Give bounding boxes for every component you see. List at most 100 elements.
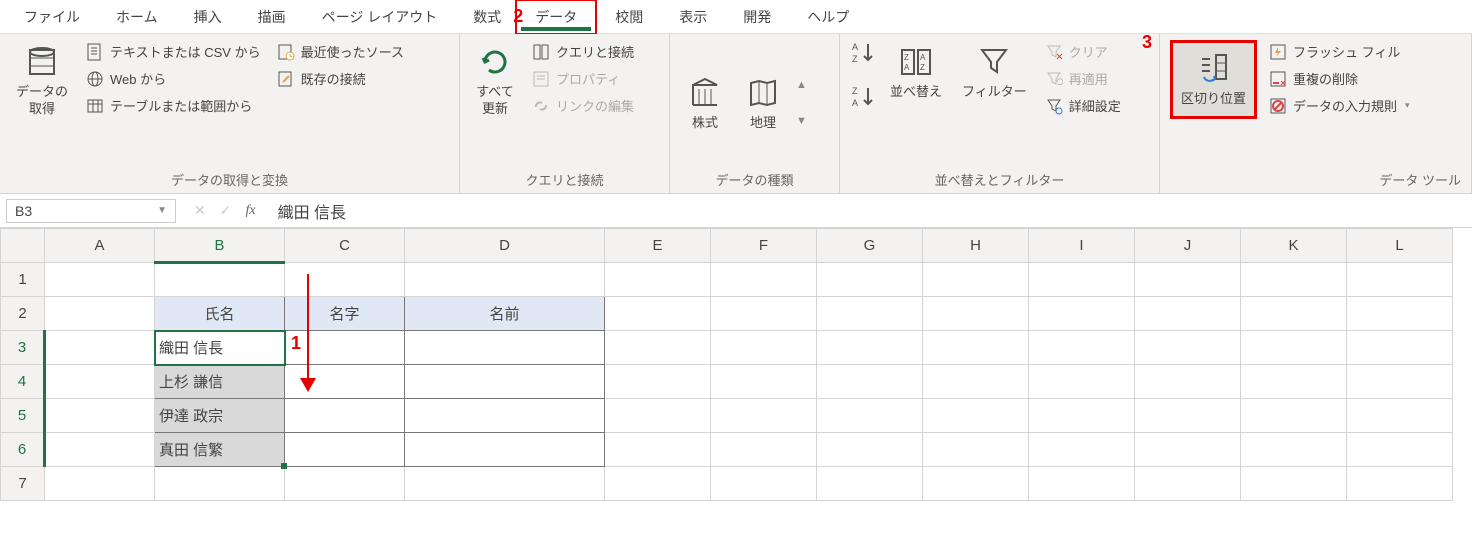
col-header-F[interactable]: F xyxy=(711,229,817,263)
cell[interactable] xyxy=(605,263,711,297)
cell[interactable] xyxy=(285,467,405,501)
cell[interactable] xyxy=(1347,467,1453,501)
recent-sources-button[interactable]: 最近使ったソース xyxy=(273,40,408,63)
cell-B3[interactable]: 織田 信長 xyxy=(155,331,285,365)
col-header-D[interactable]: D xyxy=(405,229,605,263)
cell[interactable] xyxy=(1135,263,1241,297)
cell[interactable] xyxy=(1029,399,1135,433)
cell[interactable] xyxy=(923,399,1029,433)
cell[interactable] xyxy=(155,467,285,501)
cell[interactable] xyxy=(711,399,817,433)
chevron-down-icon[interactable]: ▼ xyxy=(157,205,167,216)
sort-asc-button[interactable]: AZ xyxy=(850,40,876,66)
edit-links-button[interactable]: リンクの編集 xyxy=(528,94,638,117)
filter-button[interactable]: フィルター xyxy=(956,40,1033,105)
menu-review[interactable]: 校閲 xyxy=(597,1,661,33)
cell[interactable] xyxy=(45,467,155,501)
cell[interactable] xyxy=(711,467,817,501)
cell[interactable] xyxy=(923,433,1029,467)
cell[interactable] xyxy=(711,263,817,297)
cell-C3[interactable]: 1 xyxy=(285,331,405,365)
cell[interactable] xyxy=(1241,331,1347,365)
stocks-button[interactable]: 株式 xyxy=(680,71,730,136)
from-text-csv-button[interactable]: テキストまたは CSV から xyxy=(82,40,265,63)
cell[interactable] xyxy=(711,365,817,399)
cell-C6[interactable] xyxy=(285,433,405,467)
col-header-E[interactable]: E xyxy=(605,229,711,263)
properties-button[interactable]: プロパティ xyxy=(528,67,638,90)
cell-C4[interactable] xyxy=(285,365,405,399)
cell[interactable] xyxy=(1029,433,1135,467)
col-header-A[interactable]: A xyxy=(45,229,155,263)
cell[interactable] xyxy=(1347,331,1453,365)
row-header-7[interactable]: 7 xyxy=(1,467,45,501)
cell[interactable] xyxy=(817,433,923,467)
menu-draw[interactable]: 描画 xyxy=(240,1,304,33)
name-box[interactable]: B3 ▼ xyxy=(6,199,176,223)
menu-help[interactable]: ヘルプ xyxy=(789,1,867,33)
cell[interactable] xyxy=(45,331,155,365)
cell[interactable] xyxy=(923,467,1029,501)
row-header-3[interactable]: 3 xyxy=(1,331,45,365)
cell-B4[interactable]: 上杉 謙信 xyxy=(155,365,285,399)
cell[interactable] xyxy=(45,365,155,399)
data-validation-button[interactable]: データの入力規則 ▾ xyxy=(1265,94,1414,117)
row-header-2[interactable]: 2 xyxy=(1,297,45,331)
cell[interactable] xyxy=(605,433,711,467)
cell[interactable] xyxy=(1135,433,1241,467)
cancel-icon[interactable]: ✕ xyxy=(194,202,206,219)
chevron-down-icon[interactable]: ▼ xyxy=(796,115,807,127)
queries-connections-button[interactable]: クエリと接続 xyxy=(528,40,638,63)
cell[interactable] xyxy=(1135,467,1241,501)
cell-D6[interactable] xyxy=(405,433,605,467)
col-header-C[interactable]: C xyxy=(285,229,405,263)
cell[interactable] xyxy=(1241,297,1347,331)
cell[interactable] xyxy=(1347,365,1453,399)
cell[interactable] xyxy=(1347,399,1453,433)
cell[interactable] xyxy=(1241,433,1347,467)
cell-D2[interactable]: 名前 xyxy=(405,297,605,331)
cell[interactable] xyxy=(1135,331,1241,365)
enter-icon[interactable]: ✓ xyxy=(220,202,232,219)
cell[interactable] xyxy=(1241,365,1347,399)
col-header-B[interactable]: B xyxy=(155,229,285,263)
remove-duplicates-button[interactable]: 重複の削除 xyxy=(1265,67,1414,90)
cell-C2[interactable]: 名字 xyxy=(285,297,405,331)
cell[interactable] xyxy=(605,331,711,365)
geography-button[interactable]: 地理 xyxy=(738,71,788,136)
cell-B2[interactable]: 氏名 xyxy=(155,297,285,331)
cell[interactable] xyxy=(923,263,1029,297)
cell[interactable] xyxy=(1241,399,1347,433)
cell-D4[interactable] xyxy=(405,365,605,399)
cell[interactable] xyxy=(1135,365,1241,399)
get-data-button[interactable]: データの 取得 xyxy=(10,40,74,122)
cell[interactable] xyxy=(817,263,923,297)
cell[interactable] xyxy=(45,433,155,467)
from-table-range-button[interactable]: テーブルまたは範囲から xyxy=(82,94,265,117)
cell[interactable] xyxy=(605,297,711,331)
cell[interactable] xyxy=(285,263,405,297)
cell[interactable] xyxy=(1241,263,1347,297)
cell-D5[interactable] xyxy=(405,399,605,433)
menu-page-layout[interactable]: ページ レイアウト xyxy=(304,1,456,33)
cell[interactable] xyxy=(1135,399,1241,433)
row-header-4[interactable]: 4 xyxy=(1,365,45,399)
from-web-button[interactable]: Web から xyxy=(82,67,265,90)
col-header-G[interactable]: G xyxy=(817,229,923,263)
refresh-all-button[interactable]: すべて 更新 xyxy=(470,40,520,122)
cell-B6[interactable]: 真田 信繁 xyxy=(155,433,285,467)
cell[interactable] xyxy=(1029,263,1135,297)
cell[interactable] xyxy=(711,297,817,331)
cell[interactable] xyxy=(817,399,923,433)
col-header-L[interactable]: L xyxy=(1347,229,1453,263)
chevron-up-icon[interactable]: ▲ xyxy=(796,79,807,91)
cell[interactable] xyxy=(605,467,711,501)
row-header-1[interactable]: 1 xyxy=(1,263,45,297)
cell[interactable] xyxy=(605,365,711,399)
cell[interactable] xyxy=(711,433,817,467)
cell-C5[interactable] xyxy=(285,399,405,433)
cell[interactable] xyxy=(711,331,817,365)
cell-B5[interactable]: 伊達 政宗 xyxy=(155,399,285,433)
cell[interactable] xyxy=(405,263,605,297)
cell[interactable] xyxy=(1347,263,1453,297)
